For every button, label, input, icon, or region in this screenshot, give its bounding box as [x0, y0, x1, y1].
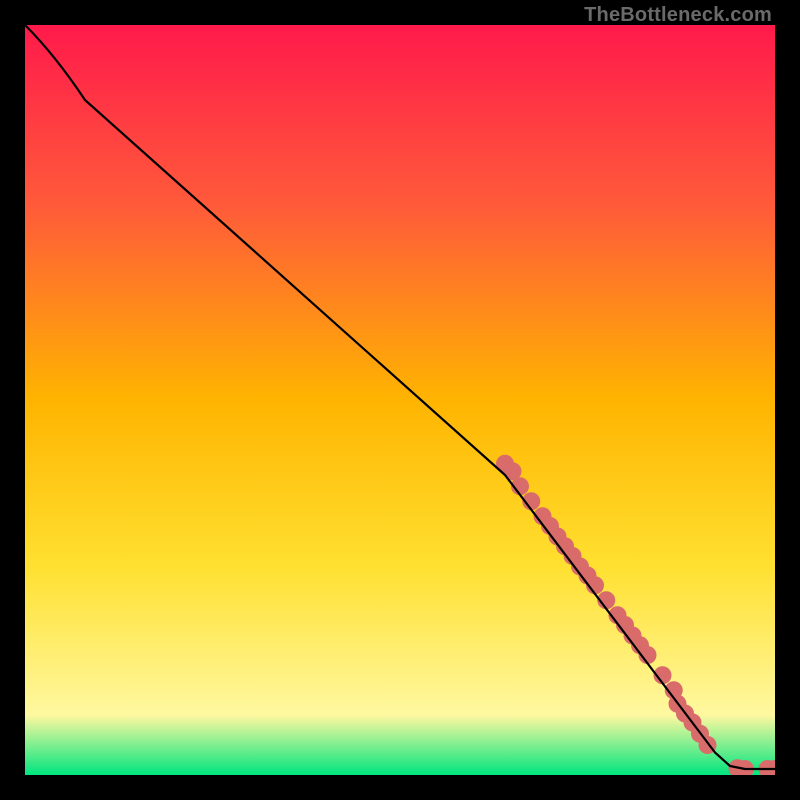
credit-label: TheBottleneck.com — [584, 4, 772, 27]
gradient-background — [25, 25, 775, 775]
chart-frame — [25, 25, 775, 775]
bottleneck-chart — [25, 25, 775, 775]
